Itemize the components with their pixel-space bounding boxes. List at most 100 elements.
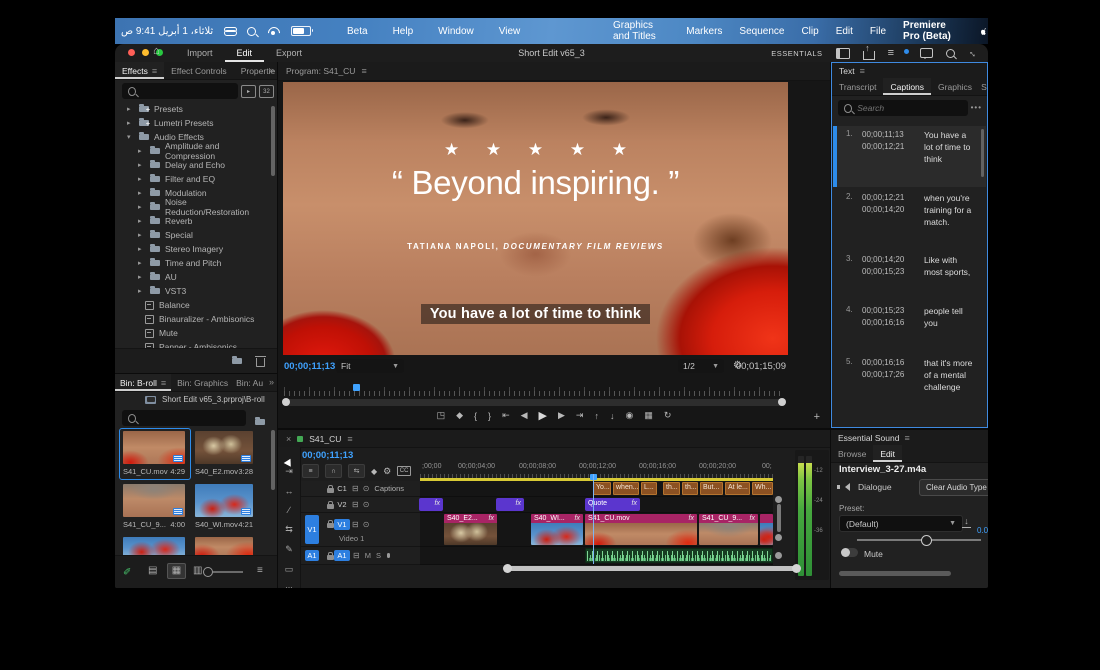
menu-window[interactable]: Window bbox=[438, 26, 474, 37]
twirl-icon[interactable]: ▸ bbox=[138, 189, 145, 197]
program-scrollbar[interactable] bbox=[282, 398, 786, 406]
tab-captions[interactable]: Captions bbox=[883, 78, 932, 95]
sort-icon[interactable]: ≡ bbox=[257, 565, 263, 577]
workspaces-icon[interactable] bbox=[835, 47, 850, 59]
clip-thumbnail[interactable] bbox=[123, 484, 185, 517]
effects-tree-item[interactable]: ▸ Stereo Imagery bbox=[115, 242, 270, 256]
menu-file[interactable]: File bbox=[870, 26, 886, 37]
effects-tree-item[interactable]: Panner - Ambisonics bbox=[115, 340, 270, 348]
panel-menu-icon[interactable]: ≡ bbox=[152, 66, 157, 76]
sync-lock-icon[interactable]: ⊟ bbox=[353, 551, 360, 560]
menu-sequence[interactable]: Sequence bbox=[739, 26, 784, 37]
play-button[interactable]: ▶ bbox=[539, 409, 547, 422]
track-visibility-icon[interactable]: ⊙ bbox=[363, 520, 370, 529]
caption-row[interactable]: 4. 00;00;15;23 00;00;16;16 people tell yo… bbox=[833, 302, 986, 353]
text-panel-title[interactable]: Text bbox=[839, 66, 855, 76]
pen-icon[interactable]: ✎ bbox=[123, 567, 135, 575]
workspace-label[interactable]: ESSENTIALS bbox=[771, 49, 822, 58]
tab-export[interactable]: Export bbox=[264, 44, 314, 62]
track-header-c1[interactable]: C1 ⊟ ⊙ Captions bbox=[301, 481, 420, 497]
program-title[interactable]: Program: S41_CU bbox=[286, 66, 355, 76]
linked-selection-icon[interactable]: ⇆ bbox=[348, 464, 365, 478]
essential-sound-title[interactable]: Essential Sound bbox=[838, 433, 899, 443]
track-visibility-icon[interactable]: ⊙ bbox=[363, 500, 370, 509]
track-name[interactable]: C1 bbox=[334, 483, 350, 494]
tab-browse[interactable]: Browse bbox=[831, 445, 873, 462]
feedback-bubble-icon[interactable] bbox=[920, 48, 933, 59]
video-clip[interactable]: S41_CU.mov fx bbox=[585, 514, 697, 545]
track-target-a1[interactable]: A1 bbox=[334, 550, 350, 561]
track-name[interactable]: V2 bbox=[334, 499, 350, 510]
timeline-vscrollbar[interactable] bbox=[775, 496, 782, 566]
sync-lock-icon[interactable]: ⊟ bbox=[352, 500, 359, 509]
twirl-icon[interactable]: ▸ bbox=[138, 175, 145, 183]
menu-clip[interactable]: Clip bbox=[801, 26, 818, 37]
track-visibility-icon[interactable]: ⊙ bbox=[363, 484, 370, 493]
battery-icon[interactable] bbox=[291, 26, 314, 36]
clip-thumbnail[interactable] bbox=[195, 431, 253, 464]
twirl-icon[interactable]: ▸ bbox=[138, 203, 145, 211]
clip-thumbnail[interactable] bbox=[123, 431, 185, 464]
razor-tool[interactable]: ∕ bbox=[288, 505, 290, 515]
tab-bin-broll[interactable]: Bin: B-roll ≡ bbox=[115, 374, 172, 391]
playhead-line[interactable] bbox=[593, 474, 594, 564]
tab-import[interactable]: Import bbox=[175, 44, 225, 62]
caption-row[interactable]: 5. 00;00;16;16 00;00;17;26 that it's more… bbox=[833, 354, 986, 415]
track-target-v1[interactable]: V1 bbox=[334, 518, 350, 530]
more-tools-icon[interactable]: ⋯ bbox=[286, 584, 293, 588]
panel-menu-icon[interactable]: ≡ bbox=[161, 378, 166, 388]
video-clip[interactable] bbox=[760, 514, 773, 545]
playback-resolution-dropdown[interactable]: 1/2 ▼ bbox=[678, 359, 724, 373]
step-forward-icon[interactable]: ▶ bbox=[558, 410, 565, 421]
delete-icon[interactable] bbox=[255, 355, 266, 367]
track-header-v2[interactable]: V2 ⊟ ⊙ bbox=[301, 497, 420, 513]
lock-icon[interactable] bbox=[327, 484, 334, 493]
sync-lock-icon[interactable]: ⊟ bbox=[352, 484, 359, 493]
slip-tool[interactable]: ⇆ bbox=[285, 524, 293, 535]
effects-tree-item[interactable]: ▸ AU bbox=[115, 270, 270, 284]
bin-breadcrumb[interactable]: Short Edit v65_3.prproj\B-roll bbox=[115, 392, 277, 407]
captions-scrollbar[interactable] bbox=[981, 129, 984, 177]
caption-clip[interactable]: when... bbox=[613, 482, 639, 495]
wifi-icon[interactable] bbox=[267, 26, 280, 36]
effects-search[interactable] bbox=[122, 83, 238, 99]
track-header-a1[interactable]: A1 A1 ⊟ M S bbox=[301, 547, 420, 565]
zoom-slider[interactable] bbox=[213, 571, 243, 573]
panel-stack-icon[interactable]: ≡ bbox=[888, 48, 894, 59]
twirl-icon[interactable]: ▸ bbox=[127, 105, 134, 113]
graphic-clip[interactable]: fx bbox=[419, 498, 443, 511]
captions-menu-icon[interactable]: CC bbox=[397, 466, 411, 476]
caption-row[interactable]: 3. 00;00;14;20 00;00;15;23 Like with most… bbox=[833, 251, 986, 302]
extract-icon[interactable]: ↓ bbox=[610, 411, 615, 421]
tab-overflow-icon[interactable]: » bbox=[269, 377, 274, 387]
quick-export-icon[interactable] bbox=[862, 44, 875, 60]
caption-clip[interactable]: th... bbox=[663, 482, 680, 495]
menu-edit[interactable]: Edit bbox=[836, 26, 853, 37]
bin-search-input[interactable] bbox=[141, 413, 240, 423]
effects-tree-item[interactable]: ▸Presets bbox=[115, 102, 270, 116]
ripple-edit-tool[interactable]: ↔ bbox=[285, 486, 294, 496]
multicam-view-icon[interactable]: ▦ bbox=[644, 410, 653, 421]
video-clip[interactable]: S40_WI... fx bbox=[531, 514, 583, 545]
tab-truncated[interactable]: S4 bbox=[979, 78, 987, 95]
effects-scrollbar[interactable] bbox=[271, 106, 275, 176]
program-current-timecode[interactable]: 00;00;11;13 bbox=[284, 361, 335, 372]
lock-icon[interactable] bbox=[327, 551, 334, 560]
twirl-icon[interactable]: ▸ bbox=[127, 119, 134, 127]
tab-effect-controls[interactable]: Effect Controls bbox=[164, 62, 234, 79]
twirl-icon[interactable]: ▸ bbox=[138, 259, 145, 267]
tab-bin-audio[interactable]: Bin: Au bbox=[234, 374, 265, 391]
tab-bin-graphics[interactable]: Bin: Graphics bbox=[171, 374, 234, 391]
graphic-clip[interactable]: fx bbox=[496, 498, 524, 511]
clip-label[interactable]: S40_WI.mov 4:21 bbox=[195, 520, 253, 529]
snap-icon[interactable]: ∩ bbox=[325, 464, 342, 478]
effects-tree-item[interactable]: Binauralizer - Ambisonics bbox=[115, 312, 270, 326]
mark-out-icon[interactable]: } bbox=[488, 411, 491, 421]
effects-tree-item[interactable]: ▸Lumetri Presets bbox=[115, 116, 270, 130]
twirl-icon[interactable]: ▸ bbox=[138, 231, 145, 239]
effects-tree-item[interactable]: ▸ Time and Pitch bbox=[115, 256, 270, 270]
bins-scrollbar[interactable] bbox=[271, 430, 275, 490]
effects-tree-item[interactable]: ▸ Noise Reduction/Restoration bbox=[115, 197, 270, 217]
tab-edit[interactable]: Edit bbox=[873, 445, 902, 462]
twirl-icon[interactable]: ▸ bbox=[138, 217, 145, 225]
